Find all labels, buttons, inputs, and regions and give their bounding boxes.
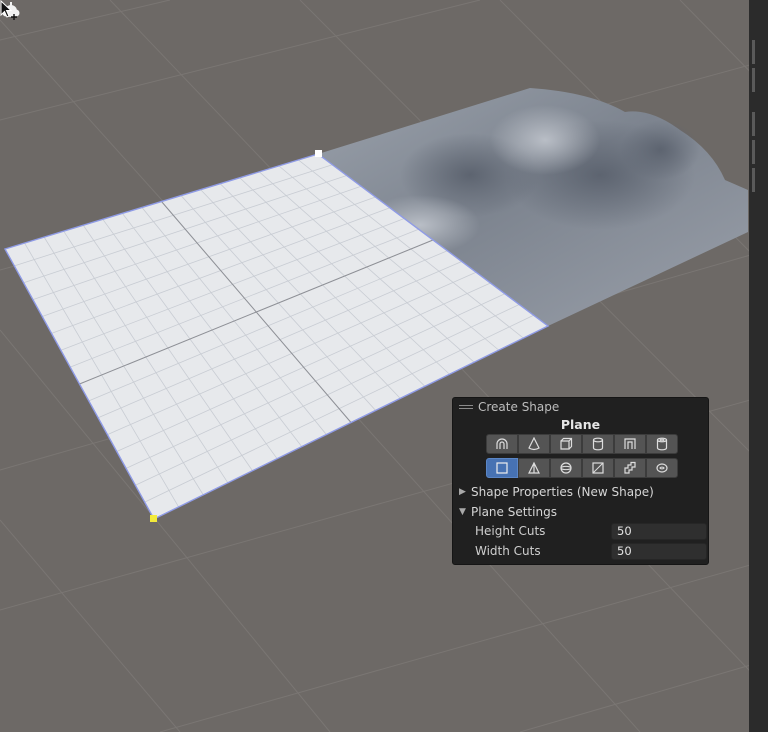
- plane-icon: [496, 462, 508, 474]
- height-cuts-label: Height Cuts: [475, 524, 546, 538]
- sprite-icon: [656, 463, 668, 473]
- shape-button-torus[interactable]: [614, 458, 646, 478]
- shape-properties-section[interactable]: ▶ Shape Properties (New Shape): [459, 483, 654, 501]
- shape-button-cylinder[interactable]: [582, 434, 614, 454]
- drag-handle-icon[interactable]: [459, 405, 473, 410]
- panel-tab-marker: [752, 40, 755, 64]
- plane-settings-section[interactable]: ▼ Plane Settings: [459, 503, 557, 521]
- shape-buttons-row-1: [486, 434, 678, 456]
- shape-button-arch[interactable]: [486, 434, 518, 454]
- panel-header[interactable]: Create Shape: [453, 398, 708, 417]
- arch-icon: [496, 438, 508, 449]
- collapsed-arrow-icon: ▶: [459, 487, 466, 497]
- scene-viewport[interactable]: [0, 0, 768, 732]
- shape-button-stairs[interactable]: [582, 458, 614, 478]
- mouse-cursor-icon: [0, 0, 17, 20]
- cylinder-icon: [592, 437, 604, 451]
- create-shape-panel: Create Shape Plane ▶ Shape Properties (N…: [452, 397, 709, 565]
- expanded-arrow-icon: ▼: [459, 507, 466, 517]
- panel-tab-marker: [752, 140, 755, 164]
- selected-shape-name: Plane: [560, 417, 601, 432]
- shape-button-cube[interactable]: [550, 434, 582, 454]
- pipe-icon: [656, 437, 668, 451]
- width-cuts-label: Width Cuts: [475, 544, 541, 558]
- shape-button-sphere[interactable]: [550, 458, 582, 478]
- cube-icon: [560, 437, 573, 450]
- vertex-handle-top[interactable]: [315, 150, 322, 157]
- torus-icon: [624, 461, 636, 474]
- height-cuts-row: Height Cuts 50: [475, 523, 707, 541]
- vertex-handle-active[interactable]: [150, 515, 157, 522]
- plane-settings-label: Plane Settings: [471, 505, 557, 519]
- right-side-panel-edge: [749, 0, 768, 732]
- panel-tab-marker: [752, 112, 755, 136]
- cone-icon: [528, 437, 540, 451]
- shape-button-pipe[interactable]: [646, 434, 678, 454]
- prism-icon: [528, 461, 540, 474]
- stairs-icon: [592, 462, 604, 474]
- width-cuts-field[interactable]: 50: [611, 543, 707, 560]
- panel-title: Create Shape: [478, 400, 560, 414]
- shape-button-plane[interactable]: [486, 458, 518, 478]
- shape-button-door[interactable]: [614, 434, 646, 454]
- panel-tab-marker: [752, 68, 755, 92]
- door-icon: [624, 438, 636, 449]
- panel-tab-marker: [752, 168, 755, 192]
- width-cuts-row: Width Cuts 50: [475, 543, 707, 561]
- shape-button-sprite[interactable]: [646, 458, 678, 478]
- height-cuts-field[interactable]: 50: [611, 523, 707, 540]
- shape-button-cone[interactable]: [518, 434, 550, 454]
- shape-properties-label: Shape Properties (New Shape): [471, 485, 654, 499]
- sphere-icon: [560, 462, 572, 474]
- shape-button-prism[interactable]: [518, 458, 550, 478]
- shape-buttons-row-2: [486, 458, 678, 480]
- scene-canvas[interactable]: [0, 0, 768, 732]
